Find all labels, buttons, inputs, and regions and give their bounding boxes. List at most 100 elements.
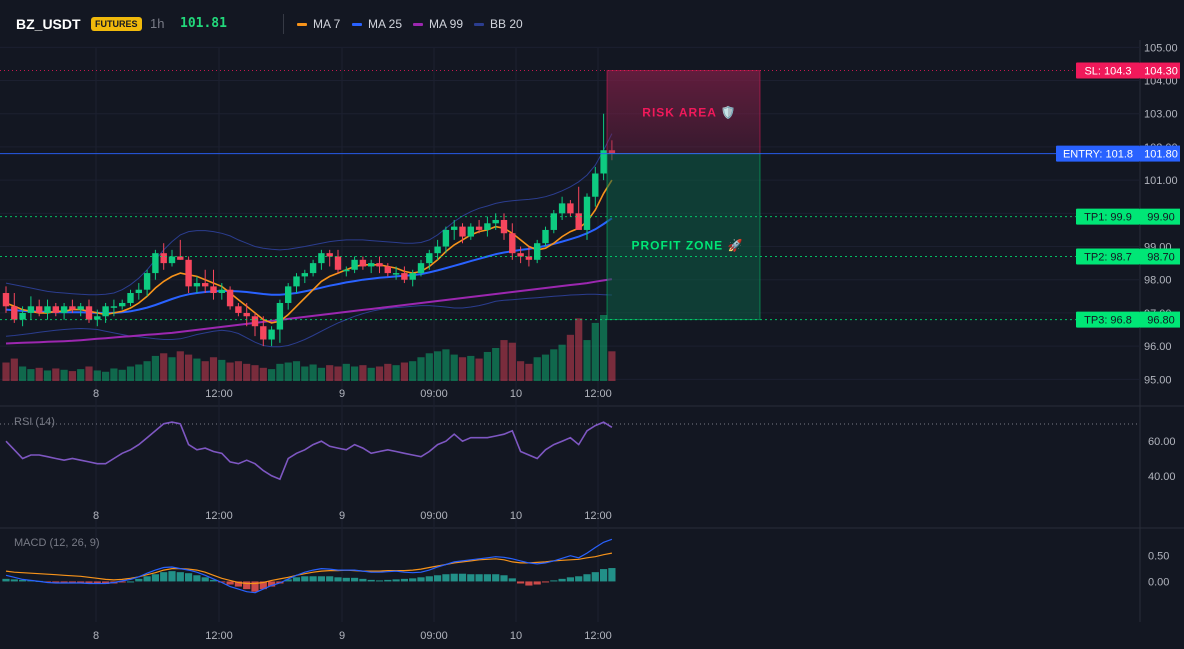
candle-body [442, 229, 450, 247]
candle[interactable] [459, 223, 466, 244]
candle[interactable] [127, 289, 134, 307]
candle[interactable] [60, 302, 68, 320]
candle-body [285, 286, 292, 303]
candle[interactable] [558, 196, 566, 220]
candle[interactable] [401, 266, 408, 284]
volume-bar [85, 366, 93, 381]
candle[interactable] [44, 299, 51, 320]
candle[interactable] [384, 263, 391, 277]
candle[interactable] [152, 249, 159, 280]
volume-bar [193, 358, 201, 381]
macd-histogram-bar [292, 577, 301, 582]
candle-body [392, 273, 400, 275]
candle[interactable] [542, 226, 549, 247]
candle[interactable] [185, 256, 192, 294]
candle[interactable] [251, 312, 259, 337]
candle[interactable] [36, 299, 43, 317]
volume-bar [508, 342, 516, 381]
candle[interactable] [426, 249, 433, 270]
volume-bar [475, 358, 483, 381]
candle[interactable] [301, 269, 308, 284]
candle[interactable] [567, 200, 574, 217]
volume-bar [259, 367, 267, 381]
volume-bar [168, 357, 176, 381]
candle-body [127, 293, 134, 303]
candle[interactable] [376, 256, 383, 274]
candle[interactable] [268, 326, 275, 347]
candle[interactable] [575, 186, 582, 230]
macd-histogram-bar [2, 578, 10, 582]
volume-bar [268, 369, 276, 381]
candle[interactable] [509, 223, 516, 260]
candle[interactable] [226, 286, 234, 310]
volume-bar [583, 340, 591, 381]
candle[interactable] [534, 239, 541, 264]
trading-chart[interactable]: 95.0096.0097.0098.0099.00100.00101.00102… [0, 0, 1184, 649]
candle[interactable] [119, 299, 126, 310]
time-tick-label: 12:00 [205, 388, 233, 400]
candle[interactable] [550, 210, 557, 234]
volume-bar [608, 351, 616, 381]
candle-body [550, 213, 557, 230]
time-tick-label: 8 [93, 630, 99, 642]
candle[interactable] [276, 299, 284, 343]
volume-bars [2, 315, 616, 381]
candle[interactable] [293, 273, 300, 294]
volume-bar [517, 361, 525, 381]
time-tick-label: 12:00 [205, 510, 233, 522]
volume-bar [566, 334, 574, 381]
candle[interactable] [359, 256, 367, 270]
time-tick-label: 09:00 [420, 510, 448, 522]
candle-body [85, 306, 93, 320]
candle[interactable] [168, 249, 176, 267]
candle[interactable] [500, 213, 508, 240]
candle[interactable] [467, 223, 474, 240]
volume-bar [326, 365, 334, 381]
time-tick-label: 12:00 [584, 388, 612, 400]
time-tick-label: 12:00 [205, 630, 233, 642]
time-tick-label: 9 [339, 630, 345, 642]
candle[interactable] [135, 283, 142, 300]
macd-histogram-bar [483, 574, 491, 582]
volume-bar [550, 349, 558, 381]
candle[interactable] [484, 216, 491, 237]
volume-bar [218, 359, 226, 381]
macd-histogram-bar [10, 579, 18, 582]
macd-histogram-bar [600, 569, 608, 582]
candle-body [583, 196, 591, 230]
volume-bar [93, 370, 101, 381]
candle[interactable] [309, 259, 317, 277]
macd-histogram-bar [541, 581, 550, 583]
volume-bar [301, 366, 309, 381]
candle[interactable] [351, 256, 358, 274]
macd-histogram-bar [575, 576, 583, 582]
volume-bar [35, 367, 43, 381]
candle[interactable] [318, 249, 325, 270]
macd-histogram-bar [135, 578, 143, 582]
candle[interactable] [285, 283, 292, 310]
candle[interactable] [11, 293, 18, 323]
profit-zone[interactable] [606, 153, 761, 321]
candle[interactable] [69, 299, 76, 313]
volume-bar [425, 353, 433, 381]
macd-histogram-bar [450, 573, 458, 582]
candle[interactable] [27, 296, 35, 320]
candle-body [168, 256, 176, 264]
candle[interactable] [334, 249, 342, 274]
rsi-tick-label: 40.00 [1148, 471, 1176, 483]
candle-body [185, 259, 192, 287]
candle[interactable] [368, 259, 375, 274]
candle-body [11, 306, 18, 320]
candle[interactable] [143, 269, 151, 297]
volume-bar [243, 363, 251, 381]
rsi-line [5, 421, 613, 481]
macd-histogram-bar [317, 576, 325, 582]
candle[interactable] [52, 302, 59, 317]
candle[interactable] [235, 302, 242, 317]
volume-bar [151, 355, 159, 381]
candle-body [44, 306, 51, 313]
candle[interactable] [326, 249, 333, 267]
candle[interactable] [193, 276, 201, 294]
macd-histogram-bar [326, 576, 334, 582]
macd-histogram-bar [85, 581, 93, 583]
